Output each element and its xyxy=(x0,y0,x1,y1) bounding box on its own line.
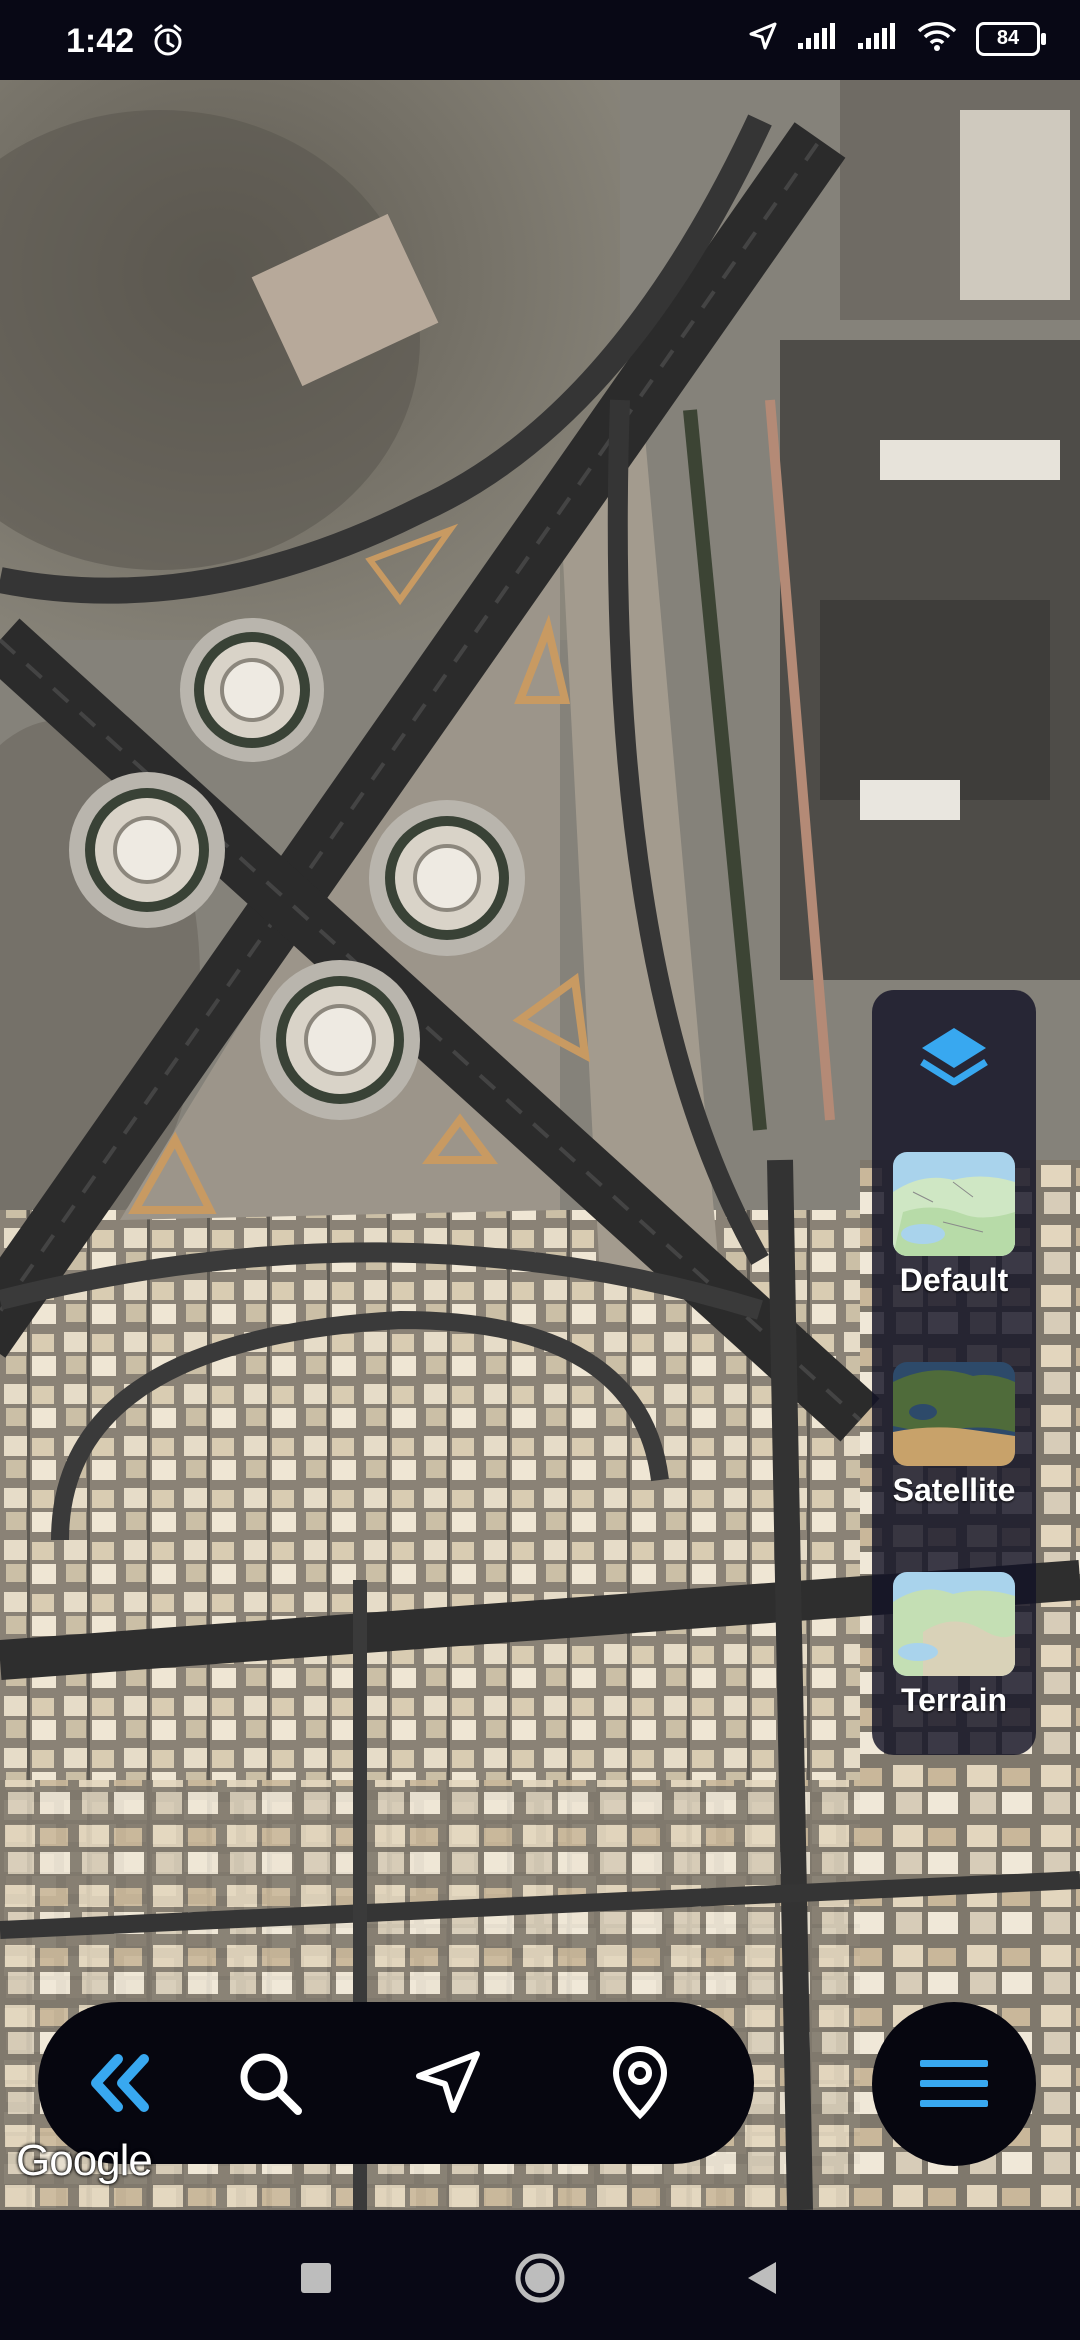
signal-icon xyxy=(796,21,838,56)
double-chevron-left-icon[interactable] xyxy=(80,2043,160,2123)
location-arrow-icon xyxy=(748,21,778,56)
back-icon[interactable] xyxy=(734,2250,790,2306)
system-nav-bar xyxy=(0,2210,1080,2340)
signal-icon xyxy=(856,21,898,56)
terrain-map-thumbnail xyxy=(893,1572,1015,1676)
layer-option-default[interactable]: Default xyxy=(872,1152,1036,1299)
menu-button[interactable] xyxy=(872,2002,1036,2166)
map-pin-icon[interactable] xyxy=(600,2043,680,2123)
status-bar: 1:42 84 xyxy=(0,0,1080,80)
navigation-arrow-icon[interactable] xyxy=(408,2043,488,2123)
map-layer-panel: Default Satellite Terrain xyxy=(872,990,1036,1755)
search-icon[interactable] xyxy=(230,2043,310,2123)
layer-label: Default xyxy=(899,1262,1009,1298)
alarm-icon xyxy=(150,22,186,63)
hamburger-menu-icon xyxy=(920,2060,988,2107)
layer-option-satellite[interactable]: Satellite xyxy=(872,1362,1036,1509)
home-icon[interactable] xyxy=(512,2250,568,2306)
battery-icon: 84 xyxy=(976,21,1046,56)
layer-label: Terrain xyxy=(900,1682,1008,1718)
status-time: 1:42 xyxy=(66,22,135,60)
google-attribution: Google xyxy=(16,2136,153,2185)
layer-label: Satellite xyxy=(892,1472,1016,1508)
default-map-thumbnail xyxy=(893,1152,1015,1256)
battery-level: 84 xyxy=(996,27,1020,49)
recent-apps-icon[interactable] xyxy=(288,2250,344,2306)
wifi-icon xyxy=(916,20,958,57)
satellite-map-thumbnail xyxy=(893,1362,1015,1466)
layers-icon[interactable] xyxy=(914,1022,994,1094)
layer-option-terrain[interactable]: Terrain xyxy=(872,1572,1036,1719)
